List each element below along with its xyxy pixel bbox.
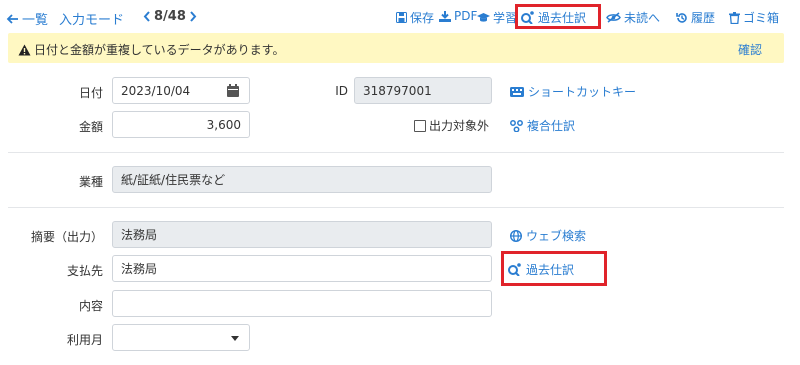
unread-label: 未読へ	[624, 11, 661, 25]
divider-1	[8, 152, 784, 153]
amount-value: 3,600	[206, 117, 241, 132]
trash-label: ゴミ箱	[743, 11, 780, 25]
history-icon	[676, 12, 688, 24]
history-button[interactable]: 履歴	[676, 9, 715, 26]
warning-icon	[18, 44, 31, 56]
unread-button[interactable]: 未読へ	[606, 9, 660, 26]
sitemap-icon	[510, 119, 523, 132]
usage-month-select[interactable]	[112, 324, 250, 351]
save-label: 保存	[410, 11, 435, 25]
chevron-left-icon[interactable]	[143, 11, 151, 22]
pager-text: 8/48	[154, 9, 186, 24]
warning-text: 日付と金額が重複しているデータがあります。	[34, 43, 285, 57]
id-label: ID	[335, 84, 348, 98]
exclude-label: 出力対象外	[429, 119, 490, 133]
id-field: 318797001	[354, 77, 492, 104]
download-icon	[439, 10, 451, 22]
save-button[interactable]: 保存	[396, 9, 434, 26]
learn-label: 学習	[493, 11, 518, 25]
industry-field[interactable]: 紙/証紙/住民票など	[112, 166, 492, 193]
eye-slash-icon	[606, 12, 621, 23]
compound-entry-link[interactable]: 複合仕訳	[510, 117, 575, 134]
date-value: 2023/10/04	[121, 83, 191, 98]
caret-down-icon	[231, 336, 239, 341]
learn-button[interactable]: 学習	[477, 9, 517, 26]
trash-button[interactable]: ゴミ箱	[729, 9, 779, 26]
trash-icon	[729, 11, 740, 24]
shortcut-label: ショートカットキー	[528, 85, 637, 99]
exclude-output-checkbox[interactable]: 出力対象外	[414, 117, 489, 134]
payee-field[interactable]: 法務局	[112, 255, 492, 282]
summary-field: 法務局	[112, 221, 492, 248]
industry-label: 業種	[78, 175, 103, 189]
calendar-icon[interactable]	[227, 84, 239, 97]
industry-value: 紙/証紙/住民票など	[121, 173, 226, 187]
content-field[interactable]	[112, 290, 492, 317]
checkbox-box[interactable]	[414, 119, 426, 132]
highlight-box-form	[501, 251, 607, 286]
keyboard-icon	[510, 86, 524, 97]
date-field[interactable]: 2023/10/04	[112, 77, 250, 104]
shortcut-keys-link[interactable]: ショートカットキー	[510, 83, 636, 100]
toolbar: 一覧 入力モード 8/48 保存 PDF 学習 過去仕訳 未読へ 履歴 ゴミ箱	[0, 0, 800, 34]
summary-value: 法務局	[121, 228, 158, 242]
back-label: 一覧	[22, 13, 49, 28]
payee-value: 法務局	[121, 262, 158, 276]
date-label: 日付	[78, 86, 103, 100]
pager: 8/48	[143, 9, 197, 24]
chevron-right-icon[interactable]	[189, 11, 197, 22]
amount-label: 金額	[78, 120, 103, 134]
warning-message: 日付と金額が重複しているデータがあります。	[18, 41, 284, 58]
graduation-cap-icon	[477, 12, 490, 23]
id-value: 318797001	[363, 83, 432, 98]
save-icon	[396, 12, 407, 23]
divider-2	[8, 207, 784, 208]
input-mode-link[interactable]: 入力モード	[59, 9, 124, 28]
globe-icon	[510, 229, 522, 242]
compound-label: 複合仕訳	[527, 119, 576, 133]
history-label: 履歴	[691, 11, 716, 25]
pdf-label: PDF	[454, 9, 478, 23]
highlight-box-toolbar	[515, 4, 601, 29]
pdf-button[interactable]: PDF	[439, 9, 477, 23]
back-to-list-button[interactable]: 一覧	[6, 9, 48, 28]
usage-month-label: 利用月	[66, 333, 103, 347]
input-mode-label: 入力モード	[59, 13, 125, 28]
web-search-label: ウェブ検索	[526, 229, 587, 243]
arrow-left-icon	[6, 13, 19, 25]
content-label: 内容	[78, 299, 103, 313]
payee-label: 支払先	[66, 264, 103, 278]
confirm-link[interactable]: 確認	[738, 41, 762, 58]
duplicate-warning-banner: 日付と金額が重複しているデータがあります。 確認	[8, 33, 784, 63]
amount-field[interactable]: 3,600	[112, 111, 250, 138]
web-search-link[interactable]: ウェブ検索	[510, 227, 586, 244]
summary-label: 摘要（出力）	[30, 230, 103, 244]
